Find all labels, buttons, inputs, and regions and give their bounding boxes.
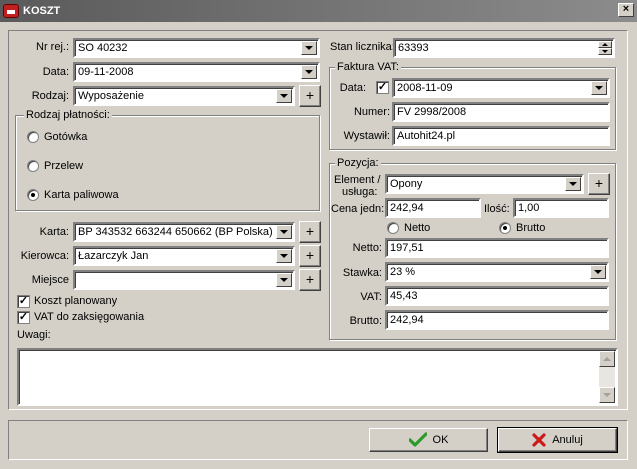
rodzaj-label: Rodzaj: — [31, 90, 69, 102]
stan-licznika-label: Stan licznika: — [330, 41, 395, 53]
karta-combo[interactable]: BP 343532 663244 650662 (BP Polska) — [73, 222, 295, 242]
faktura-data-checkbox[interactable]: ✓ — [376, 81, 389, 94]
ilosc-input[interactable]: 1,00 — [513, 198, 609, 218]
spinner-icon[interactable] — [598, 41, 612, 55]
radio-przelew-label: Przelew — [44, 160, 84, 172]
vat-checkbox[interactable]: ✓ — [17, 311, 30, 324]
radio-karta-paliwowa-label: Karta paliwowa — [44, 189, 119, 201]
add-miejsce-button[interactable]: + — [299, 269, 321, 291]
numer-value: FV 2998/2008 — [397, 106, 467, 118]
stan-licznika-spin[interactable]: 63393 — [393, 38, 615, 58]
nr-rej-combo[interactable]: SO 40232 — [73, 38, 320, 58]
wystawil-value: Autohit24.pl — [397, 130, 456, 142]
koszt-planowany-checkbox[interactable]: ✓ — [17, 295, 30, 308]
faktura-data-value: 2008-11-09 — [397, 82, 453, 94]
faktura-data-combo[interactable]: 2008-11-09 — [392, 78, 610, 98]
chevron-down-icon[interactable] — [276, 249, 292, 263]
uwagi-label: Uwagi: — [17, 329, 51, 341]
scroll-down-icon[interactable] — [599, 387, 615, 403]
faktura-data-label: Data: — [339, 82, 366, 94]
vat-label: VAT do zaksięgowania — [34, 311, 145, 323]
radio-gotowka-label: Gotówka — [44, 131, 88, 143]
chevron-down-icon[interactable] — [591, 81, 607, 95]
car-icon — [3, 4, 19, 18]
netto-label: Netto: — [352, 242, 382, 254]
data-combo[interactable]: 09-11-2008 — [73, 62, 320, 82]
element-label-2: usługa: — [342, 186, 378, 198]
koszt-planowany-label: Koszt planowany — [34, 295, 118, 307]
vat-amount-input[interactable]: 45,43 — [385, 286, 609, 306]
stawka-label: Stawka: — [342, 267, 382, 279]
ilosc-label: Ilość: — [484, 203, 510, 215]
kierowca-label: Kierowca: — [20, 250, 69, 262]
window-title: KOSZT — [23, 5, 61, 17]
cena-jedn-input[interactable]: 242,94 — [385, 198, 481, 218]
brutto-label: Brutto: — [349, 315, 382, 327]
data-value: 09-11-2008 — [78, 66, 134, 78]
vat-amount-label: VAT: — [360, 291, 382, 303]
nr-rej-label: Nr rej.: — [36, 41, 69, 53]
element-combo[interactable]: Opony — [385, 174, 584, 194]
numer-label: Numer: — [353, 106, 390, 118]
ok-button[interactable]: OK — [369, 428, 488, 452]
chevron-down-icon[interactable] — [590, 265, 606, 279]
radio-karta-paliwowa[interactable] — [27, 189, 39, 201]
element-label-1: Element / — [334, 174, 381, 186]
data-label: Data: — [42, 66, 69, 78]
payment-group-title: Rodzaj płatności: — [24, 109, 112, 121]
faktura-group-title: Faktura VAT: — [335, 61, 401, 73]
ilosc-value: 1,00 — [518, 202, 540, 214]
element-value: Opony — [390, 178, 423, 190]
chevron-down-icon[interactable] — [301, 65, 317, 79]
kierowca-combo[interactable]: Łazarczyk Jan — [73, 246, 295, 266]
chevron-down-icon[interactable] — [565, 177, 581, 191]
pozycja-group-title: Pozycja: — [335, 157, 381, 169]
x-icon — [532, 433, 546, 447]
wystawil-label: Wystawił: — [343, 130, 390, 142]
cancel-label: Anuluj — [552, 434, 583, 446]
chevron-down-icon[interactable] — [276, 225, 292, 239]
cena-jedn-value: 242,94 — [390, 202, 424, 214]
stawka-value: 23 % — [390, 266, 416, 278]
cancel-button[interactable]: Anuluj — [497, 427, 618, 453]
radio-przelew[interactable] — [27, 160, 39, 172]
karta-value: BP 343532 663244 650662 (BP Polska) — [78, 226, 273, 238]
ok-label: OK — [432, 434, 449, 446]
kierowca-value: Łazarczyk Jan — [78, 250, 149, 262]
chevron-down-icon[interactable] — [276, 89, 292, 103]
radio-netto[interactable] — [387, 222, 399, 234]
vat-amount-value: 45,43 — [390, 290, 418, 302]
rodzaj-value: Wyposażenie — [78, 90, 144, 102]
uwagi-textarea[interactable] — [17, 348, 618, 406]
radio-netto-label: Netto — [404, 222, 431, 234]
chevron-down-icon[interactable] — [301, 41, 317, 55]
radio-brutto[interactable] — [499, 222, 511, 234]
uwagi-scrollbar[interactable] — [599, 351, 615, 403]
wystawil-input[interactable]: Autohit24.pl — [392, 126, 610, 146]
add-element-button[interactable]: + — [588, 173, 610, 195]
stan-licznika-value: 63393 — [398, 42, 429, 54]
rodzaj-combo[interactable]: Wyposażenie — [73, 86, 295, 106]
chevron-down-icon[interactable] — [276, 273, 292, 287]
netto-input[interactable]: 197,51 — [385, 238, 609, 258]
cena-jedn-label: Cena jedn: — [331, 203, 385, 215]
radio-gotowka[interactable] — [27, 131, 39, 143]
add-rodzaj-button[interactable]: + — [299, 85, 321, 107]
miejsce-label: Miejsce — [31, 274, 69, 286]
brutto-input[interactable]: 242,94 — [385, 310, 609, 330]
close-button[interactable]: × — [618, 3, 634, 17]
karta-label: Karta: — [39, 226, 69, 238]
netto-value: 197,51 — [390, 242, 424, 254]
title-bar: KOSZT — [0, 0, 637, 22]
add-karta-button[interactable]: + — [299, 221, 321, 243]
add-kierowca-button[interactable]: + — [299, 245, 321, 267]
nr-rej-value: SO 40232 — [78, 42, 128, 54]
numer-input[interactable]: FV 2998/2008 — [392, 102, 610, 122]
checkmark-icon — [408, 432, 427, 447]
radio-brutto-label: Brutto — [516, 222, 546, 234]
brutto-value: 242,94 — [390, 314, 424, 326]
miejsce-combo[interactable] — [73, 270, 295, 290]
scroll-up-icon[interactable] — [599, 351, 615, 367]
stawka-combo[interactable]: 23 % — [385, 262, 609, 282]
